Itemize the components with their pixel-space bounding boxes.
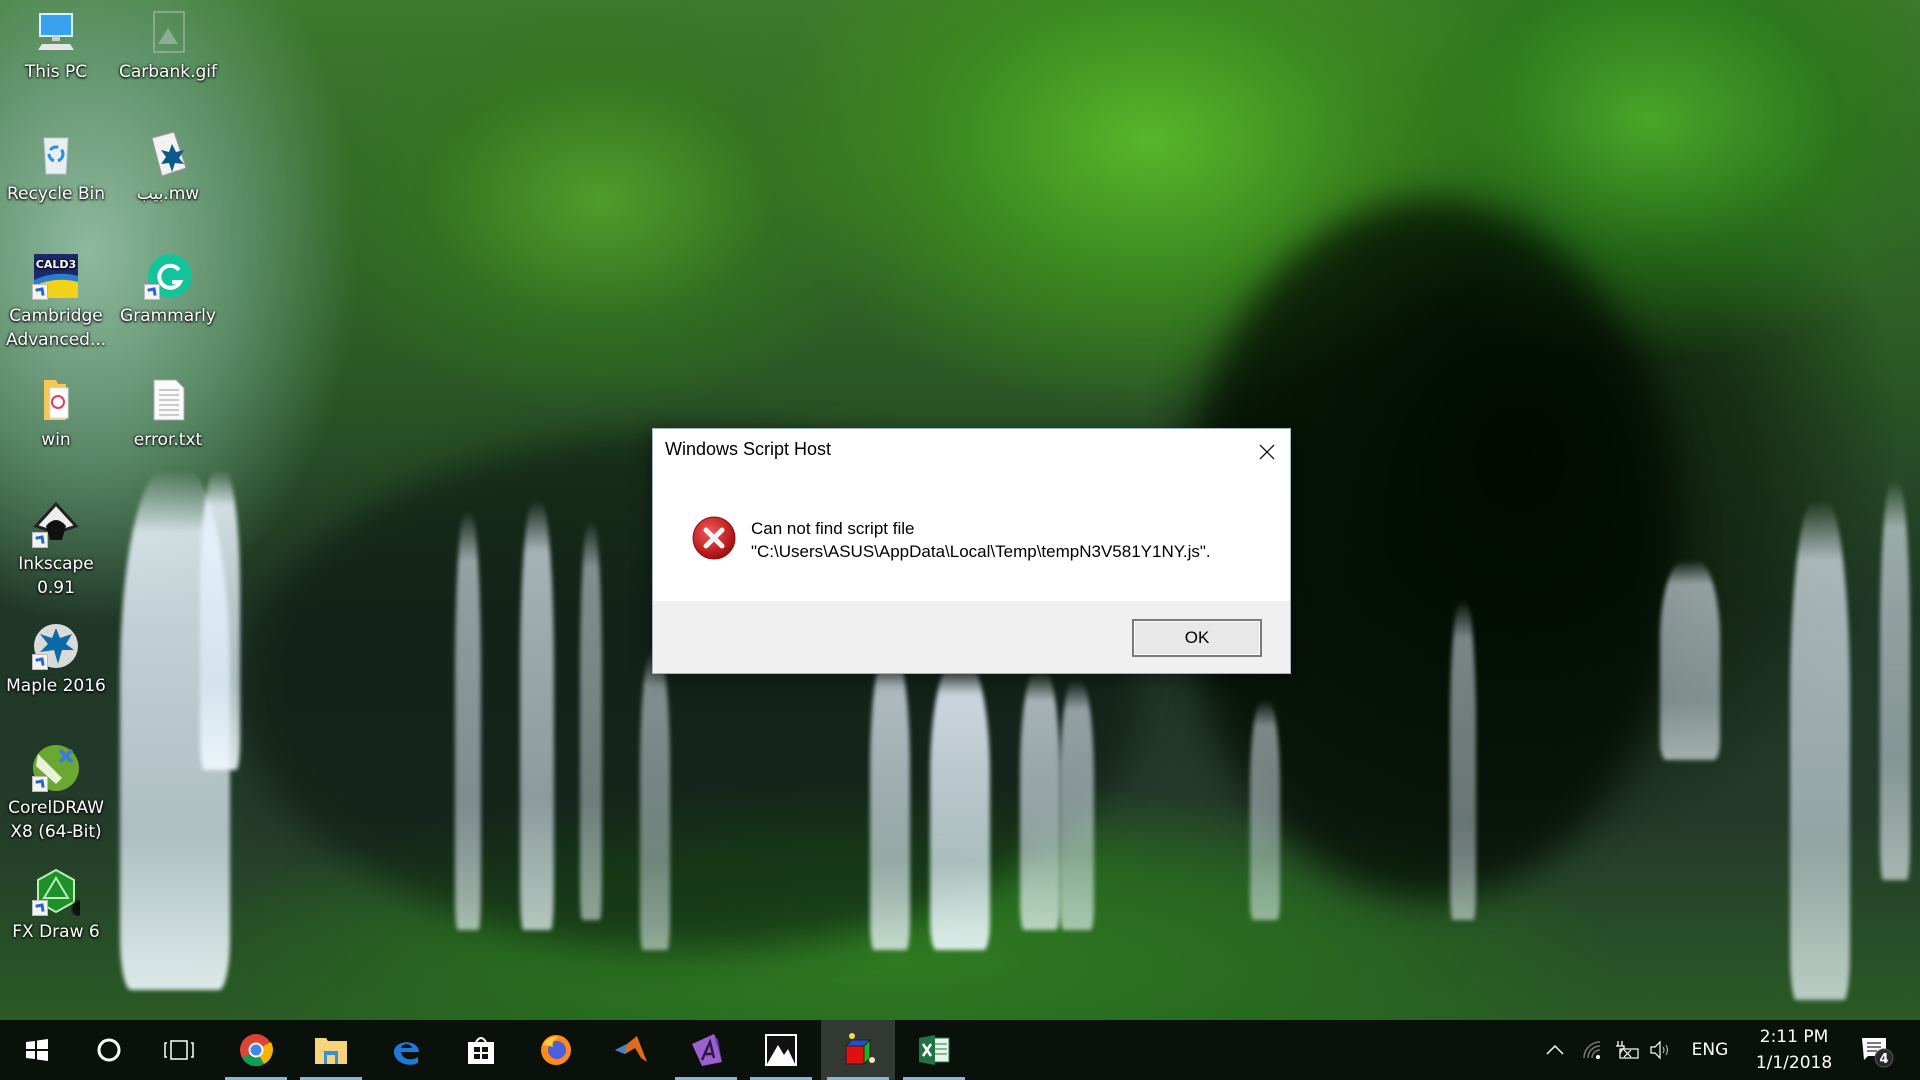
clock-date: 1/1/2018 [1755,1053,1833,1073]
desktop-icon-this-pc[interactable]: This PC [0,8,112,84]
shortcut-arrow-icon [32,532,48,548]
shortcut-arrow-icon [32,284,48,300]
error-icon [691,515,737,561]
cube-app-icon [844,1033,875,1066]
excel-icon [919,1035,950,1065]
taskbar-photos[interactable] [744,1020,818,1080]
taskbar-firefox[interactable] [519,1020,593,1080]
action-center-button[interactable]: 4 [1852,1020,1900,1080]
image-file-icon [144,8,192,56]
shortcut-arrow-icon [144,284,160,300]
shortcut-arrow-icon [32,654,48,670]
firefox-icon [541,1035,571,1065]
desktop-icon-label: This PC [24,62,88,82]
desktop-icon-grammarly[interactable]: Grammarly [112,252,224,328]
cortana-icon [97,1038,121,1062]
taskbar-script-host-app[interactable] [821,1020,895,1080]
battery-tray-button[interactable] [1612,1020,1642,1080]
task-view-button[interactable] [142,1020,216,1080]
inkscape-icon [32,500,80,548]
chevron-up-icon [1546,1044,1564,1055]
taskbar-store[interactable] [444,1020,518,1080]
cald3-badge: CALD3 [36,258,76,271]
folder-icon [32,376,80,424]
fxdraw-badge: 6 [72,898,80,916]
desktop-icon-cambridge[interactable]: CALD3 Cambridge Advanced... [0,252,112,352]
desktop-icon-label: Carbank.gif [118,62,217,82]
shortcut-arrow-icon [32,900,48,916]
cortana-button[interactable] [72,1020,146,1080]
desktop-icon-win[interactable]: win [0,376,112,452]
desktop-icon-label: FX Draw 6 [12,922,100,942]
file-explorer-icon [315,1038,347,1064]
dialog-title: Windows Script Host [665,439,832,459]
desktop-icon-recycle-bin[interactable]: Recycle Bin [0,130,112,206]
message-line-1: Can not find script file [751,519,915,538]
volume-icon [1650,1040,1669,1060]
dialog-message: Can not find script file "C:\Users\ASUS\… [751,517,1211,563]
chrome-icon [240,1034,273,1067]
taskbar: ENG 2:11 PM 1/1/2018 4 [0,1020,1920,1080]
edge-icon [394,1042,419,1065]
taskbar-edge[interactable] [369,1020,443,1080]
taskbar-matlab[interactable] [594,1020,668,1080]
maple-document-icon [144,130,192,178]
desktop-icon-label: Recycle Bin [6,184,105,204]
taskbar-purple-app[interactable] [669,1020,743,1080]
desktop-icon-maple-2016[interactable]: Maple 2016 [0,622,112,698]
desktop-icon-label: Cambridge Advanced... [6,306,107,350]
desktop-icon-label: CorelDRAW X8 (64-Bit) [8,798,104,842]
battery-charging-icon [1616,1041,1639,1059]
taskbar-excel[interactable] [897,1020,971,1080]
dialog-footer: OK [653,601,1290,673]
wifi-icon [1583,1041,1601,1059]
desktop-icon-label: error.txt [133,430,203,450]
cald3-icon: CALD3 [32,252,80,300]
notifications-icon: 4 [1862,1038,1894,1068]
grammarly-icon [144,252,192,300]
desktop-icon-label: Inkscape 0.91 [18,554,94,598]
start-button[interactable] [0,1020,74,1080]
dialog-body: Can not find script file "C:\Users\ASUS\… [653,475,1290,603]
purple-a-app-icon [692,1034,722,1066]
message-line-2: "C:\Users\ASUS\AppData\Local\Temp\tempN3… [751,542,1211,561]
desktop-icon-maple-document[interactable]: بیب.mw [112,130,224,206]
windows-script-host-dialog: Windows Script Host Can not find script … [652,428,1291,674]
desktop-icon-fxdraw[interactable]: 6 FX Draw 6 [0,868,112,944]
desktop-icon-label: Maple 2016 [6,676,106,696]
shortcut-arrow-icon [32,776,48,792]
recycle-bin-icon [32,130,80,178]
desktop-icon-label: بیب.mw [136,184,200,204]
desktop-icon-carbank-gif[interactable]: Carbank.gif [112,8,224,84]
maple-icon [32,622,80,670]
clock-time: 2:11 PM [1759,1027,1829,1047]
ok-button[interactable]: OK [1132,619,1262,657]
taskbar-file-explorer[interactable] [294,1020,368,1080]
close-icon [1259,444,1275,460]
desktop-icon-coreldraw[interactable]: CorelDRAW X8 (64-Bit) [0,744,112,844]
desktop-icon-label: win [41,430,71,450]
fxdraw-icon: 6 [32,868,85,919]
close-button[interactable] [1244,429,1290,475]
desktop-icon-label: Grammarly [120,306,216,326]
show-hidden-icons-button[interactable] [1540,1020,1570,1080]
store-icon [468,1037,494,1064]
clock-button[interactable]: 2:11 PM 1/1/2018 [1742,1020,1846,1080]
desktop-icon-inkscape[interactable]: Inkscape 0.91 [0,500,112,600]
network-tray-button[interactable] [1578,1020,1608,1080]
task-view-icon [164,1040,194,1060]
windows-start-icon [26,1039,48,1061]
photos-icon [765,1034,797,1066]
taskbar-chrome[interactable] [219,1020,293,1080]
text-file-icon [144,376,192,424]
input-language-button[interactable]: ENG [1688,1020,1732,1080]
computer-icon [32,8,80,56]
volume-tray-button[interactable] [1646,1020,1676,1080]
notification-count-badge: 4 [1879,1052,1888,1067]
desktop-icon-error-txt[interactable]: error.txt [112,376,224,452]
matlab-icon [615,1036,647,1062]
coreldraw-icon [32,744,80,792]
